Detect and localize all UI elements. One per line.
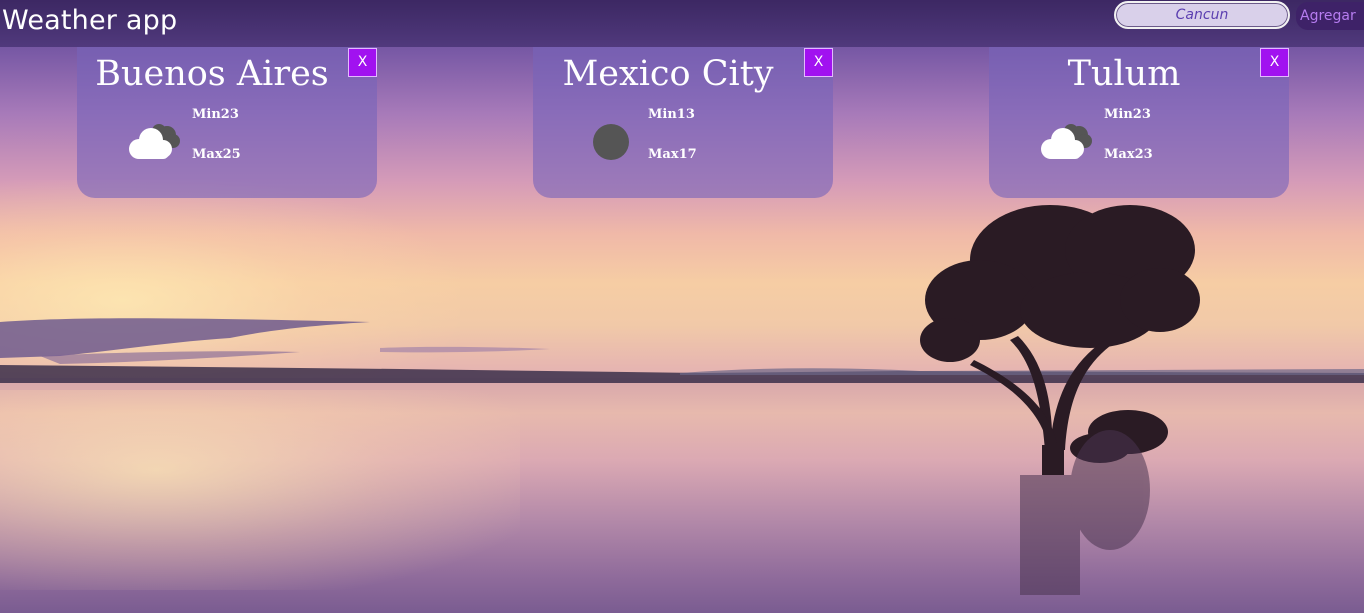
- cloudy-icon: [1041, 124, 1092, 159]
- water-reflection-glow: [0, 390, 520, 590]
- remove-card-button[interactable]: X: [1260, 48, 1289, 77]
- min-temperature: Min23: [192, 107, 239, 122]
- weather-card-buenos-aires: Buenos Aires X Min23 Max25: [77, 47, 377, 198]
- city-search-input[interactable]: [1114, 1, 1290, 29]
- city-name: Mexico City: [562, 54, 774, 94]
- tree-silhouette: [920, 205, 1200, 595]
- max-temperature: Max25: [192, 147, 241, 162]
- min-temperature: Min23: [1104, 107, 1151, 122]
- city-name: Buenos Aires: [95, 54, 329, 94]
- min-temperature: Min13: [648, 107, 695, 122]
- add-city-button[interactable]: Agregar: [1296, 2, 1364, 30]
- city-name: Tulum: [1067, 54, 1181, 94]
- weather-card-mexico-city: Mexico City X Min13 Max17: [533, 47, 833, 198]
- app-root: Weather app Agregar Buenos Aires X Min23…: [0, 0, 1364, 613]
- remove-card-button[interactable]: X: [348, 48, 377, 77]
- dark-circle-icon: [593, 124, 629, 160]
- max-temperature: Max23: [1104, 147, 1153, 162]
- remove-card-button[interactable]: X: [804, 48, 833, 77]
- clouds-decoration: [0, 318, 550, 364]
- cloudy-icon: [129, 124, 180, 159]
- weather-card-tulum: Tulum X Min23 Max23: [989, 47, 1289, 198]
- max-temperature: Max17: [648, 147, 697, 162]
- app-title: Weather app: [2, 5, 178, 36]
